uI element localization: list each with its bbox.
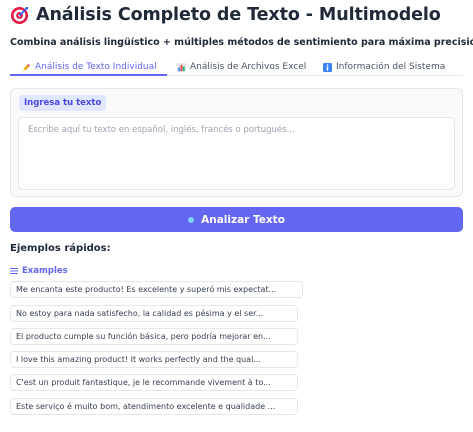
- page-title: Análisis Completo de Texto - Multimodelo: [36, 5, 441, 25]
- example-item[interactable]: Este serviço é muito bom, atendimento ex…: [10, 398, 298, 415]
- tab-system-info[interactable]: Información del Sistema: [323, 58, 445, 76]
- bar-chart-icon: [177, 62, 186, 72]
- tab-bar: Análisis de Texto Individual Análisis de…: [10, 58, 463, 76]
- tab-label: Información del Sistema: [336, 62, 446, 72]
- page-subtitle: Combina análisis lingüístico + múltiples…: [10, 37, 473, 48]
- active-tab-indicator: [10, 74, 167, 76]
- example-item[interactable]: El producto cumple su función básica, pe…: [10, 328, 298, 345]
- analyze-text-button[interactable]: Analizar Texto: [10, 207, 463, 232]
- examples-label: Examples: [10, 266, 68, 276]
- text-input-card: Ingresa tu texto: [10, 88, 463, 197]
- example-item[interactable]: C'est un produit fantastique, je le reco…: [10, 374, 298, 391]
- text-input-label: Ingresa tu texto: [19, 95, 107, 111]
- target-icon: [10, 6, 29, 25]
- analyze-button-label: Analizar Texto: [201, 213, 285, 226]
- list-icon: [10, 267, 18, 275]
- example-item[interactable]: I love this amazing product! It works pe…: [10, 351, 298, 368]
- text-input[interactable]: [18, 117, 455, 190]
- page-header: Análisis Completo de Texto - Multimodelo: [10, 5, 441, 25]
- crystal-ball-icon: [188, 216, 195, 223]
- tab-excel-file-analysis[interactable]: Análisis de Archivos Excel: [177, 58, 306, 76]
- quick-examples-heading: Ejemplos rápidos:: [10, 243, 111, 254]
- example-item[interactable]: Me encanta este producto! Es excelente y…: [10, 281, 303, 298]
- examples-label-text: Examples: [22, 266, 68, 276]
- tab-label: Análisis de Texto Individual: [35, 62, 157, 72]
- example-item[interactable]: No estoy para nada satisfecho, la calida…: [10, 305, 298, 322]
- info-icon: [323, 62, 332, 72]
- tab-label: Análisis de Archivos Excel: [190, 62, 307, 72]
- pencil-icon: [22, 63, 31, 72]
